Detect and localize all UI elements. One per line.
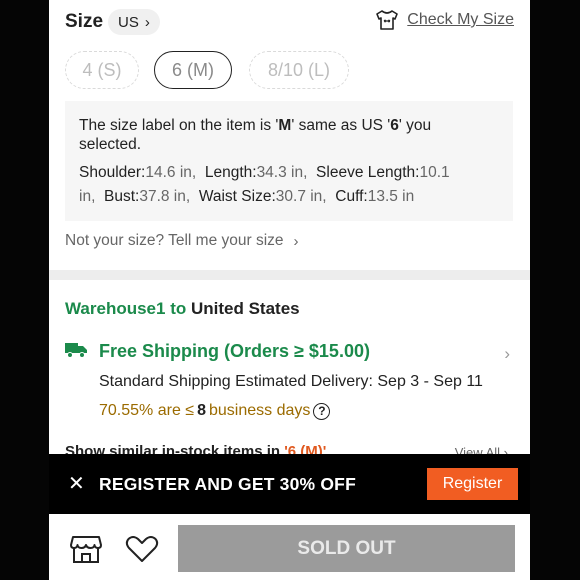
free-shipping-label[interactable]: Free Shipping (Orders ≥ $15.00) xyxy=(99,341,370,362)
measure-cuff-name: Cuff: xyxy=(335,188,368,205)
not-your-size-link[interactable]: Not your size? Tell me your size › xyxy=(65,232,299,250)
measure-bust-value: 37.8 in, xyxy=(139,188,191,205)
delivery-days-number: 8 xyxy=(197,402,206,419)
register-banner-text: REGISTER AND GET 30% OFF xyxy=(99,474,356,494)
size-info-box: The size label on the item is 'M' same a… xyxy=(65,101,513,221)
question-icon[interactable]: ? xyxy=(313,402,331,420)
close-icon[interactable]: ✕ xyxy=(68,474,85,494)
register-button[interactable]: Register xyxy=(427,468,518,500)
check-my-size-label: Check My Size xyxy=(407,11,514,28)
chevron-right-icon: › xyxy=(293,232,299,250)
delivery-rate: 70.55% are ≤ 8 business days ? xyxy=(99,402,331,420)
sold-out-button[interactable]: SOLD OUT xyxy=(178,525,515,572)
warehouse-to: to xyxy=(170,299,187,318)
product-page: Size US › Check My Size 4 (S) 6 (M) 8/10… xyxy=(49,0,530,580)
measure-waist-value: 30.7 in, xyxy=(275,188,327,205)
size-option-s[interactable]: 4 (S) xyxy=(65,51,139,89)
measurements: Shoulder:14.6 in, Length:34.3 in, Sleeve… xyxy=(79,161,504,209)
measure-bust-name: Bust: xyxy=(104,188,140,205)
left-letterbox xyxy=(0,0,49,580)
chevron-right-icon[interactable]: › xyxy=(504,344,510,364)
store-icon[interactable] xyxy=(69,534,103,564)
measure-length-name: Length: xyxy=(204,164,257,181)
measure-waist-name: Waist Size: xyxy=(198,188,276,205)
size-card: Size US › Check My Size 4 (S) 6 (M) 8/10… xyxy=(49,0,530,270)
not-your-size-label: Not your size? Tell me your size xyxy=(65,232,284,249)
size-region-label: US xyxy=(118,13,139,31)
size-title: Size xyxy=(65,11,104,32)
destination-country: United States xyxy=(190,299,300,318)
check-my-size-link[interactable]: Check My Size xyxy=(375,9,514,31)
delivery-rate-pct: 70.55% are ≤ xyxy=(99,402,195,419)
warehouse-line: Warehouse1 to United States xyxy=(65,299,300,319)
size-option-l[interactable]: 8/10 (L) xyxy=(249,51,349,89)
size-label-note: The size label on the item is 'M' same a… xyxy=(79,117,432,153)
delivery-days-word: business days xyxy=(208,402,311,419)
chevron-right-icon: › xyxy=(144,13,150,31)
measure-cuff-value: 13.5 in xyxy=(367,188,415,205)
truck-icon xyxy=(65,343,87,358)
size-region-selector[interactable]: US › xyxy=(108,9,160,35)
size-option-m[interactable]: 6 (M) xyxy=(154,51,232,89)
measure-sleeve-name: Sleeve Length: xyxy=(316,164,420,181)
shirt-icon xyxy=(376,10,399,30)
bottom-action-bar: SOLD OUT xyxy=(49,514,530,580)
measure-shoulder-value: 14.6 in, xyxy=(145,164,197,181)
right-letterbox xyxy=(530,0,580,580)
heart-icon[interactable] xyxy=(125,534,159,564)
warehouse-name: Warehouse1 xyxy=(65,299,166,318)
standard-shipping-estimate: Standard Shipping Estimated Delivery: Se… xyxy=(99,373,483,390)
register-banner: ✕ REGISTER AND GET 30% OFF Register xyxy=(49,454,530,514)
measure-shoulder-name: Shoulder: xyxy=(79,164,146,181)
measure-length-value: 34.3 in, xyxy=(256,164,308,181)
